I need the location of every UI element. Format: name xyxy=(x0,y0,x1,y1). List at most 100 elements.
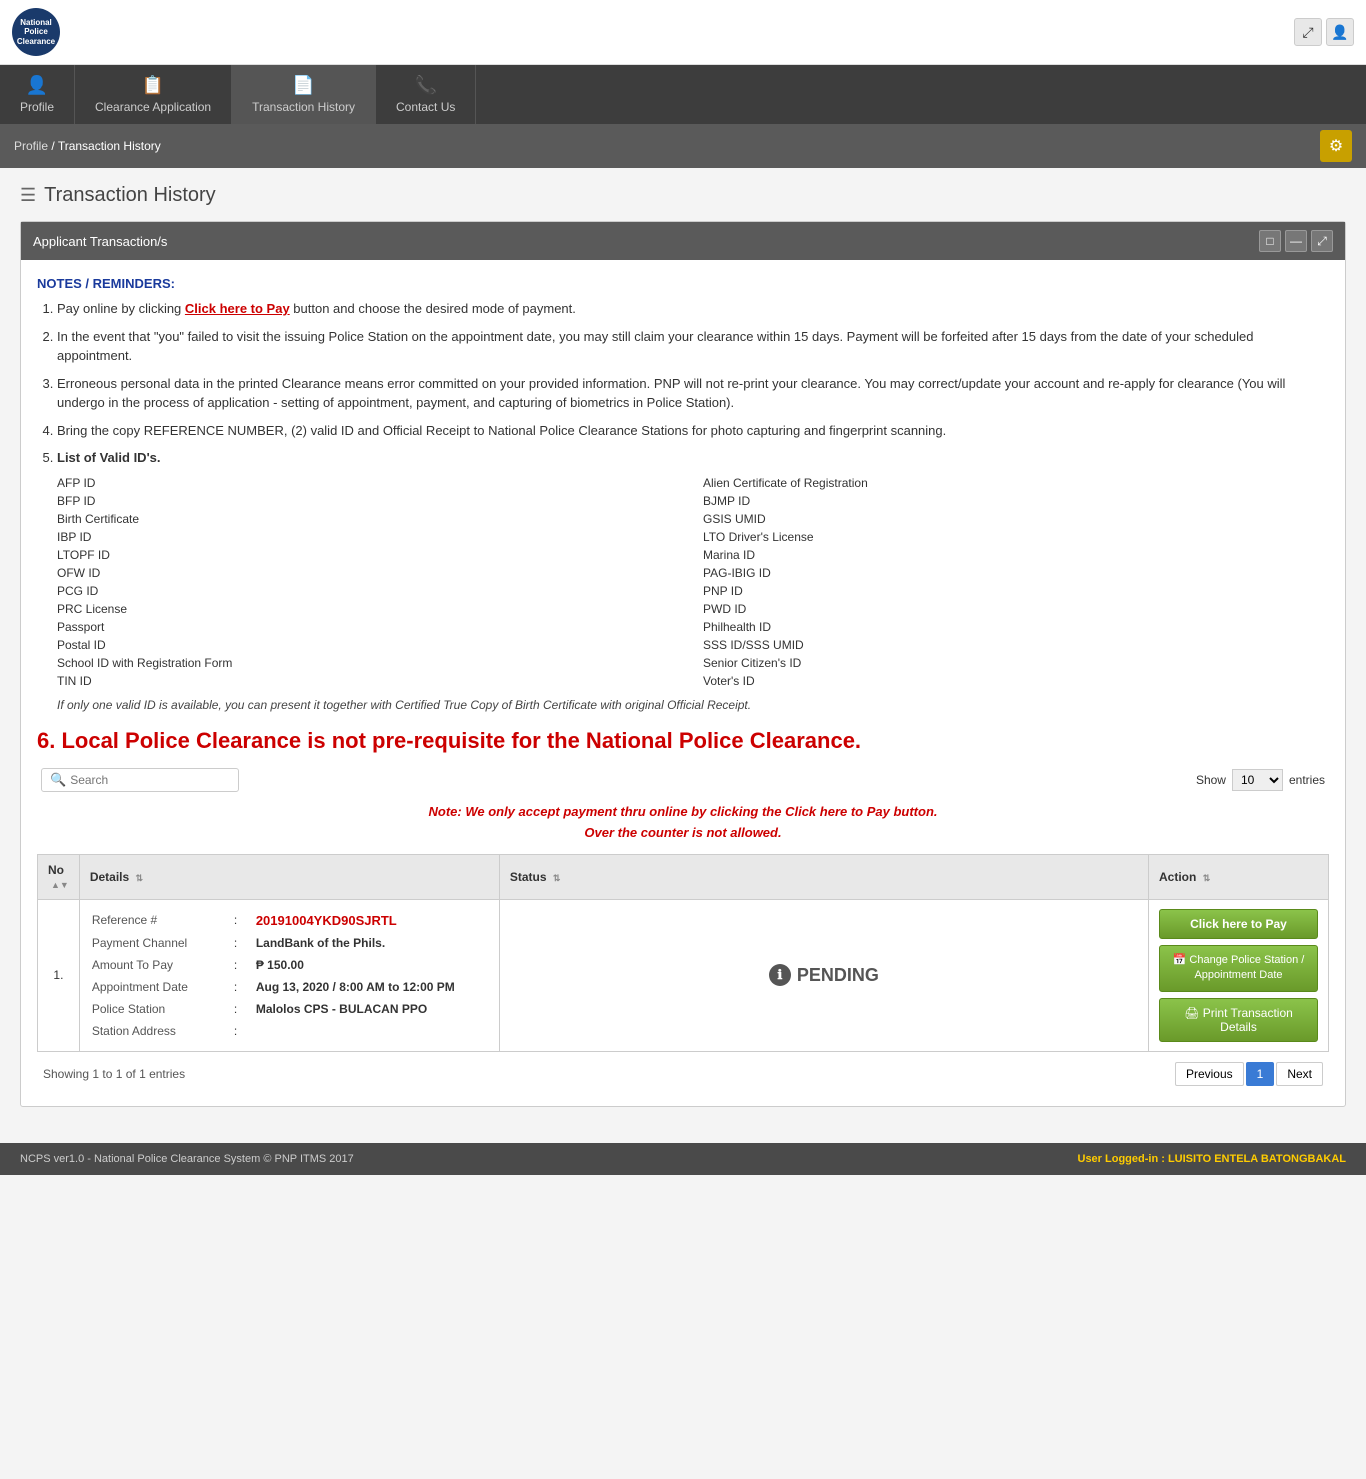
detail-amount-row: Amount To Pay : ₱ 150.00 xyxy=(92,955,487,975)
breadcrumb-current: Transaction History xyxy=(58,139,161,153)
reference-value: 20191004YKD90SJRTL xyxy=(256,910,487,931)
payment-channel-label: Payment Channel xyxy=(92,933,232,953)
payment-note: Note: We only accept payment thru online… xyxy=(37,802,1329,844)
appointment-value: Aug 13, 2020 / 8:00 AM to 12:00 PM xyxy=(256,977,487,997)
change-button-label: Change Police Station / Appointment Date xyxy=(1189,954,1304,981)
col-details: Details ⇅ xyxy=(79,854,499,899)
detail-reference-row: Reference # : 20191004YKD90SJRTL xyxy=(92,910,487,931)
id-item: SSS ID/SSS UMID xyxy=(703,636,1329,654)
note-item-1: Pay online by clicking Click here to Pay… xyxy=(57,299,1329,319)
table-header-row: No ▲▼ Details ⇅ Status ⇅ Action xyxy=(38,854,1329,899)
search-input[interactable] xyxy=(70,773,230,787)
logo-icon: National PoliceClearance xyxy=(12,8,60,56)
id-item: AFP ID xyxy=(57,474,683,492)
id-item: BJMP ID xyxy=(703,492,1329,510)
no-sort-icon[interactable]: ▲▼ xyxy=(51,880,69,890)
id-item: TIN ID xyxy=(57,672,683,690)
id-item: School ID with Registration Form xyxy=(57,654,683,672)
action-buttons: Click here to Pay 📅 Change Police Statio… xyxy=(1159,909,1318,1042)
appointment-label: Appointment Date xyxy=(92,977,232,997)
valid-ids-grid: AFP ID BFP ID Birth Certificate IBP ID L… xyxy=(57,474,1329,690)
nav-item-transaction[interactable]: 📄 Transaction History xyxy=(232,65,376,124)
page-container: ☰ Transaction History Applicant Transact… xyxy=(0,168,1366,1123)
logo-area: National PoliceClearance xyxy=(12,8,60,56)
user-icon[interactable]: 👤 xyxy=(1326,18,1354,46)
col-no: No ▲▼ xyxy=(38,854,80,899)
print-transaction-button[interactable]: 🖨 Print Transaction Details xyxy=(1159,998,1318,1042)
search-icon: 🔍 xyxy=(50,772,66,788)
card-maximize-button[interactable]: ⤢ xyxy=(1311,230,1333,252)
ids-col2: Alien Certificate of Registration BJMP I… xyxy=(703,474,1329,690)
table-controls: 🔍 Show 10 25 50 100 entries xyxy=(37,768,1329,792)
show-label: Show xyxy=(1196,773,1226,787)
id-item: Philhealth ID xyxy=(703,618,1329,636)
click-here-to-pay-link[interactable]: Click here to Pay xyxy=(185,301,290,316)
entries-select[interactable]: 10 25 50 100 xyxy=(1232,769,1283,791)
card-header: Applicant Transaction/s □ — ⤢ xyxy=(21,222,1345,260)
card-body: NOTES / REMINDERS: Pay online by clickin… xyxy=(21,260,1345,1106)
contact-nav-icon: 📞 xyxy=(414,75,436,96)
id-item: OFW ID xyxy=(57,564,683,582)
id-item: PNP ID xyxy=(703,582,1329,600)
click-here-to-pay-button[interactable]: Click here to Pay xyxy=(1159,909,1318,939)
profile-nav-icon: 👤 xyxy=(26,75,48,96)
nav-bar: 👤 Profile 📋 Clearance Application 📄 Tran… xyxy=(0,65,1366,124)
breadcrumb: Profile / Transaction History xyxy=(14,139,161,153)
details-sort-icon[interactable]: ⇅ xyxy=(136,873,144,883)
settings-gear-button[interactable]: ⚙ xyxy=(1320,130,1352,162)
footer-user: User Logged-in : LUISITO ENTELA BATONGBA… xyxy=(1078,1153,1347,1165)
card-minimize-button[interactable]: — xyxy=(1285,230,1307,252)
nav-item-profile[interactable]: 👤 Profile xyxy=(0,65,75,124)
entries-control: Show 10 25 50 100 entries xyxy=(1196,769,1325,791)
id-item: Marina ID xyxy=(703,546,1329,564)
notes-list: Pay online by clicking Click here to Pay… xyxy=(37,299,1329,714)
card-restore-button[interactable]: □ xyxy=(1259,230,1281,252)
note-item-5: List of Valid ID's. AFP ID BFP ID Birth … xyxy=(57,448,1329,714)
colon-6: : xyxy=(234,1021,254,1041)
amount-value: ₱ 150.00 xyxy=(256,955,487,975)
notes-title: NOTES / REMINDERS: xyxy=(37,276,1329,291)
print-icon: 🖨 xyxy=(1184,1006,1199,1020)
payment-note-line1: Note: We only accept payment thru online… xyxy=(37,802,1329,823)
col-status: Status ⇅ xyxy=(499,854,1148,899)
station-value: Malolos CPS - BULACAN PPO xyxy=(256,999,487,1019)
page-footer: NCPS ver1.0 - National Police Clearance … xyxy=(0,1143,1366,1175)
page-title: ☰ Transaction History xyxy=(20,184,1346,207)
page-title-icon: ☰ xyxy=(20,185,36,206)
id-item: PRC License xyxy=(57,600,683,618)
id-note: If only one valid ID is available, you c… xyxy=(57,696,1329,714)
id-item: LTO Driver's License xyxy=(703,528,1329,546)
change-police-station-button[interactable]: 📅 Change Police Station / Appointment Da… xyxy=(1159,945,1318,992)
id-item: IBP ID xyxy=(57,528,683,546)
pending-text: PENDING xyxy=(797,965,879,986)
card-header-buttons: □ — ⤢ xyxy=(1259,230,1333,252)
next-page-button[interactable]: Next xyxy=(1276,1062,1323,1086)
id-item: BFP ID xyxy=(57,492,683,510)
detail-station-row: Police Station : Malolos CPS - BULACAN P… xyxy=(92,999,487,1019)
nav-item-clearance[interactable]: 📋 Clearance Application xyxy=(75,65,232,124)
nav-item-contact[interactable]: 📞 Contact Us xyxy=(376,65,476,124)
nav-label-profile: Profile xyxy=(20,100,54,114)
payment-note-line2: Over the counter is not allowed. xyxy=(37,823,1329,844)
breadcrumb-home[interactable]: Profile xyxy=(14,139,48,153)
id-item: Passport xyxy=(57,618,683,636)
previous-page-button[interactable]: Previous xyxy=(1175,1062,1244,1086)
row-details: Reference # : 20191004YKD90SJRTL Payment… xyxy=(79,899,499,1051)
action-sort-icon[interactable]: ⇅ xyxy=(1203,873,1211,883)
detail-payment-row: Payment Channel : LandBank of the Phils. xyxy=(92,933,487,953)
status-sort-icon[interactable]: ⇅ xyxy=(553,873,561,883)
page-1-button[interactable]: 1 xyxy=(1246,1062,1275,1086)
id-item: Voter's ID xyxy=(703,672,1329,690)
main-card: Applicant Transaction/s □ — ⤢ NOTES / RE… xyxy=(20,221,1346,1107)
colon-1: : xyxy=(234,910,254,931)
detail-address-row: Station Address : xyxy=(92,1021,487,1041)
station-label: Police Station xyxy=(92,999,232,1019)
big-red-note: 6. Local Police Clearance is not pre-req… xyxy=(37,726,1329,757)
note-item-2: In the event that "you" failed to visit … xyxy=(57,327,1329,366)
card-title: Applicant Transaction/s xyxy=(33,234,167,249)
nav-label-transaction: Transaction History xyxy=(252,100,355,114)
expand-icon[interactable]: ⤢ xyxy=(1294,18,1322,46)
nav-label-clearance: Clearance Application xyxy=(95,100,211,114)
transaction-nav-icon: 📄 xyxy=(292,75,314,96)
pending-badge: ℹ PENDING xyxy=(510,964,1138,986)
